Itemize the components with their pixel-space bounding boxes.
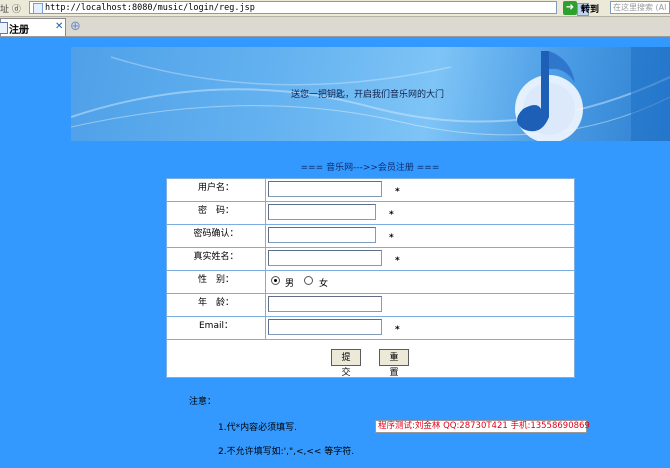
tester-text: 程序测试:刘金林 QQ:28730T421 手机:13558690869 [378, 421, 590, 431]
page-icon [33, 3, 43, 14]
form-row-username: 用户名： * [167, 179, 574, 202]
form-row-password: 密 码： * [167, 202, 574, 225]
close-icon[interactable]: ✕ [55, 21, 63, 32]
note-line-forbidden-chars: 2.不允许填写如:',",<,<< 等字符. [218, 447, 355, 457]
form-row-password-confirm: 密码确认： * [167, 225, 574, 248]
email-input[interactable] [268, 319, 382, 335]
tab-register[interactable]: 注册 ✕ [0, 18, 66, 36]
tester-credit: 程序测试:刘金林 QQ:28730T421 手机:13558690869 [375, 420, 590, 433]
field-label: 性 别： [167, 271, 266, 293]
form-row-age: 年 龄： [167, 294, 574, 317]
site-banner: 送您一把钥匙，开启我们音乐网的大门 [71, 47, 670, 141]
required-mark: * [389, 210, 394, 220]
form-row-email: Email： * [167, 317, 574, 340]
required-mark: * [395, 187, 400, 197]
form-row-gender: 性 别： 男 女 [167, 271, 574, 294]
address-bar-row: 址 ⓓ http://localhost:8080/music/login/re… [0, 0, 670, 17]
banner-tagline: 送您一把钥匙，开启我们音乐网的大门 [291, 90, 445, 100]
section-title: === 音乐网--->>会员注册 === [300, 163, 440, 173]
notes-heading: 注意： [189, 397, 217, 407]
age-input[interactable] [268, 296, 382, 312]
browser-window: 址 ⓓ http://localhost:8080/music/login/re… [0, 0, 670, 468]
tab-strip: 注册 ✕ ⊕ [0, 17, 670, 37]
search-input[interactable]: 在这里搜索 (Al [610, 1, 670, 14]
gender-male-radio[interactable] [271, 276, 280, 285]
field-label: 密 码： [167, 202, 266, 224]
go-label: 转到 [581, 5, 600, 15]
form-row-realname: 真实姓名： * [167, 248, 574, 271]
required-mark: * [395, 325, 400, 335]
field-label: Email： [167, 317, 266, 339]
gender-female-label: 女 [319, 279, 329, 289]
gender-female-radio[interactable] [304, 276, 313, 285]
go-arrow-icon: ➜ [563, 1, 577, 15]
gender-male-label: 男 [285, 279, 295, 289]
note-line-required: 1.代*内容必须填写. [218, 423, 297, 433]
reset-button[interactable]: 重置 [379, 349, 409, 378]
username-input[interactable] [268, 181, 382, 197]
tab-label: 注册 [9, 25, 29, 36]
address-label: 址 ⓓ [0, 5, 21, 15]
go-button[interactable]: ➜ 转到 [563, 1, 607, 15]
address-input[interactable]: http://localhost:8080/music/login/reg.js… [29, 1, 589, 16]
required-mark: * [389, 233, 394, 243]
registration-form: 用户名： * 密 码： * 密码确认： * 真实姓名： * 性 别： 男 女 年… [166, 178, 575, 378]
submit-button[interactable]: 提交 [331, 349, 361, 378]
field-label: 年 龄： [167, 294, 266, 316]
realname-input[interactable] [268, 250, 382, 266]
search-placeholder: 在这里搜索 (Al [613, 3, 667, 12]
field-label: 密码确认： [167, 225, 266, 247]
page-icon [0, 22, 8, 34]
field-label: 真实姓名： [167, 248, 266, 270]
required-mark: * [395, 256, 400, 266]
new-tab-icon[interactable]: ⊕ [70, 20, 81, 33]
password-confirm-input[interactable] [268, 227, 376, 243]
password-input[interactable] [268, 204, 376, 220]
field-label: 用户名： [167, 179, 266, 201]
address-url: http://localhost:8080/music/login/reg.js… [45, 3, 255, 13]
